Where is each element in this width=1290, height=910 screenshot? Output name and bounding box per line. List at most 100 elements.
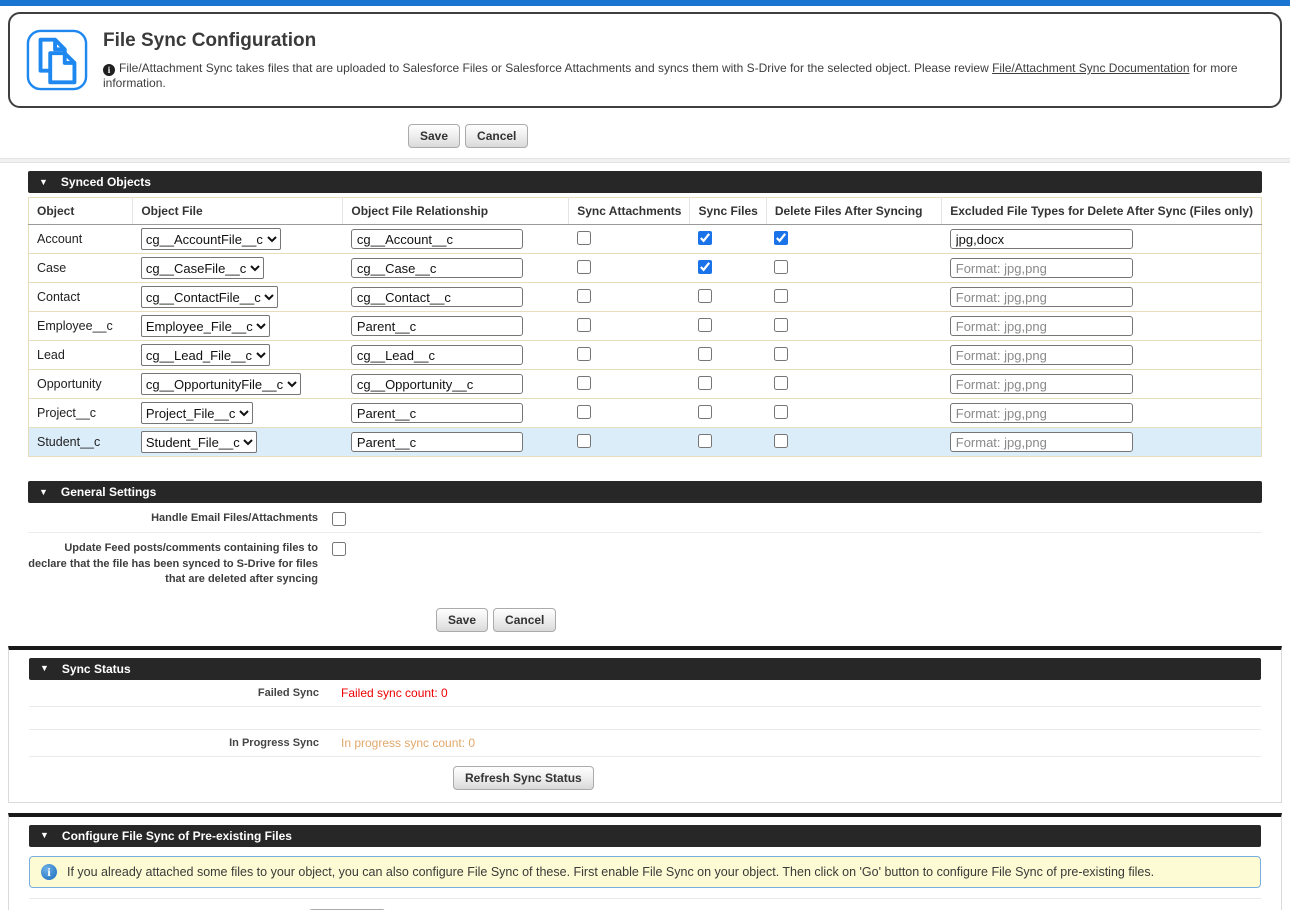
object-file-select[interactable]: cg__OpportunityFile__c xyxy=(141,373,301,395)
refresh-button-row: Refresh Sync Status xyxy=(29,757,1261,794)
sync-files-checkbox[interactable] xyxy=(698,289,712,303)
sync-status-section: ▼ Sync Status Failed Sync Failed sync co… xyxy=(8,646,1282,803)
handle-email-checkbox[interactable] xyxy=(332,512,346,526)
synced-objects-table: Object Object File Object File Relations… xyxy=(28,197,1262,457)
sync-files-checkbox[interactable] xyxy=(698,260,712,274)
general-settings-section-header[interactable]: ▼ General Settings xyxy=(28,481,1262,503)
relationship-input[interactable] xyxy=(351,345,523,365)
bottom-action-buttons: Save Cancel xyxy=(28,608,1262,632)
section-title: Configure File Sync of Pre-existing File… xyxy=(62,829,292,843)
synced-objects-section-header[interactable]: ▼ Synced Objects xyxy=(28,171,1262,193)
sync-attachments-checkbox[interactable] xyxy=(577,289,591,303)
sync-attachments-checkbox[interactable] xyxy=(577,231,591,245)
update-feed-label: Update Feed posts/comments containing fi… xyxy=(28,541,318,587)
object-file-select[interactable]: cg__AccountFile__c xyxy=(141,228,281,250)
excluded-types-input[interactable] xyxy=(950,287,1133,307)
collapse-triangle-icon[interactable]: ▼ xyxy=(39,178,48,187)
relationship-input[interactable] xyxy=(351,432,523,452)
column-header-excluded-types: Excluded File Types for Delete After Syn… xyxy=(942,198,1262,225)
documentation-link[interactable]: File/Attachment Sync Documentation xyxy=(992,61,1189,75)
save-button[interactable]: Save xyxy=(408,124,460,148)
preexisting-files-section: ▼ Configure File Sync of Pre-existing Fi… xyxy=(8,813,1282,910)
column-header-relationship: Object File Relationship xyxy=(343,198,569,225)
excluded-types-input[interactable] xyxy=(950,403,1133,423)
relationship-input[interactable] xyxy=(351,374,523,394)
collapse-triangle-icon[interactable]: ▼ xyxy=(40,664,49,673)
excluded-types-input[interactable] xyxy=(950,374,1133,394)
collapse-triangle-icon[interactable]: ▼ xyxy=(40,831,49,840)
sync-attachments-checkbox[interactable] xyxy=(577,260,591,274)
top-accent-bar xyxy=(0,0,1290,6)
table-row: Opportunity cg__OpportunityFile__c xyxy=(29,370,1262,399)
object-name-label: Case xyxy=(29,254,133,283)
status-spacer-row xyxy=(29,707,1261,730)
save-button[interactable]: Save xyxy=(436,608,488,632)
refresh-sync-status-button[interactable]: Refresh Sync Status xyxy=(453,766,594,790)
column-header-object-file: Object File xyxy=(133,198,343,225)
object-name-label: Contact xyxy=(29,283,133,312)
delete-after-checkbox[interactable] xyxy=(774,347,788,361)
relationship-input[interactable] xyxy=(351,316,523,336)
table-row: Case cg__CaseFile__c xyxy=(29,254,1262,283)
excluded-types-input[interactable] xyxy=(950,316,1133,336)
table-row: Contact cg__ContactFile__c xyxy=(29,283,1262,312)
description-text: File/Attachment Sync takes files that ar… xyxy=(119,61,992,75)
preexisting-section-header[interactable]: ▼ Configure File Sync of Pre-existing Fi… xyxy=(29,825,1261,847)
table-row: Student__c Student_File__c xyxy=(29,428,1262,457)
sync-attachments-checkbox[interactable] xyxy=(577,318,591,332)
column-header-sync-files: Sync Files xyxy=(690,198,766,225)
sync-config-form: ▼ Synced Objects Object Object File Obje… xyxy=(8,163,1282,636)
delete-after-checkbox[interactable] xyxy=(774,260,788,274)
object-file-select[interactable]: Student_File__c xyxy=(141,431,257,453)
excluded-types-input[interactable] xyxy=(950,258,1133,278)
section-title: General Settings xyxy=(61,485,156,499)
sync-files-checkbox[interactable] xyxy=(698,231,712,245)
handle-email-setting-row: Handle Email Files/Attachments xyxy=(28,503,1262,532)
relationship-input[interactable] xyxy=(351,403,523,423)
sync-attachments-checkbox[interactable] xyxy=(577,376,591,390)
relationship-input[interactable] xyxy=(351,229,523,249)
file-sync-app-icon xyxy=(26,29,88,91)
collapse-triangle-icon[interactable]: ▼ xyxy=(39,488,48,497)
object-name-label: Account xyxy=(29,225,133,254)
sync-attachments-checkbox[interactable] xyxy=(577,405,591,419)
sync-files-checkbox[interactable] xyxy=(698,376,712,390)
object-file-select[interactable]: Employee_File__c xyxy=(141,315,270,337)
object-name-label: Lead xyxy=(29,341,133,370)
sync-files-checkbox[interactable] xyxy=(698,347,712,361)
relationship-input[interactable] xyxy=(351,258,523,278)
sync-attachments-checkbox[interactable] xyxy=(577,434,591,448)
delete-after-checkbox[interactable] xyxy=(774,231,788,245)
table-row: Account cg__AccountFile__c xyxy=(29,225,1262,254)
failed-sync-label: Failed Sync xyxy=(29,687,319,699)
delete-after-checkbox[interactable] xyxy=(774,318,788,332)
cancel-button[interactable]: Cancel xyxy=(465,124,528,148)
table-row: Employee__c Employee_File__c xyxy=(29,312,1262,341)
delete-after-checkbox[interactable] xyxy=(774,434,788,448)
object-file-select[interactable]: cg__ContactFile__c xyxy=(141,286,278,308)
excluded-types-input[interactable] xyxy=(950,229,1133,249)
synced-objects-tbody: Account cg__AccountFile__c Case cg__Case… xyxy=(29,225,1262,457)
sync-files-checkbox[interactable] xyxy=(698,318,712,332)
excluded-types-input[interactable] xyxy=(950,345,1133,365)
delete-after-checkbox[interactable] xyxy=(774,376,788,390)
table-row: Project__c Project_File__c xyxy=(29,399,1262,428)
sync-status-section-header[interactable]: ▼ Sync Status xyxy=(29,658,1261,680)
column-header-delete-after: Delete Files After Syncing xyxy=(766,198,941,225)
sync-files-checkbox[interactable] xyxy=(698,434,712,448)
update-feed-checkbox[interactable] xyxy=(332,542,346,556)
delete-after-checkbox[interactable] xyxy=(774,289,788,303)
table-header-row: Object Object File Object File Relations… xyxy=(29,198,1262,225)
object-name-label: Student__c xyxy=(29,428,133,457)
delete-after-checkbox[interactable] xyxy=(774,405,788,419)
sync-files-checkbox[interactable] xyxy=(698,405,712,419)
object-file-select[interactable]: Project_File__c xyxy=(141,402,253,424)
page-title: File Sync Configuration xyxy=(103,30,1264,52)
relationship-input[interactable] xyxy=(351,287,523,307)
object-file-select[interactable]: cg__Lead_File__c xyxy=(141,344,270,366)
info-icon: i xyxy=(103,64,115,76)
excluded-types-input[interactable] xyxy=(950,432,1133,452)
object-file-select[interactable]: cg__CaseFile__c xyxy=(141,257,264,279)
cancel-button[interactable]: Cancel xyxy=(493,608,556,632)
sync-attachments-checkbox[interactable] xyxy=(577,347,591,361)
